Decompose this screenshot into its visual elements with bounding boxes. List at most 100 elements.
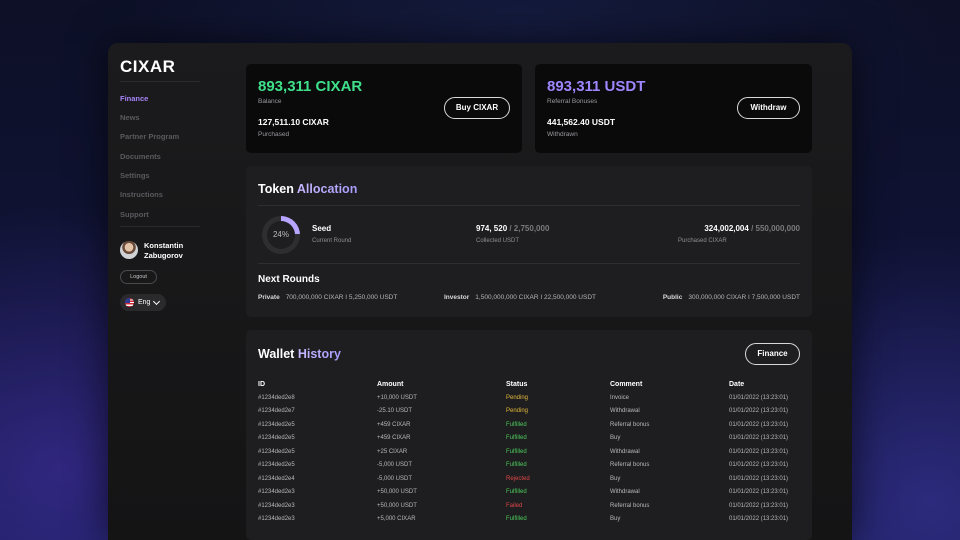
brand-logo[interactable]: CIXAR [120,57,175,77]
table-row[interactable]: #1234ded2e5 +459 CIXAR Fulfilled Referral b… [258,418,800,432]
cell-comment: Referral bonus [610,421,650,428]
cell-status: Fulfilled [506,516,527,523]
token-allocation-panel: Token Allocation 24% Seed Current Round … [246,166,812,317]
cell-date: 01/01/2022 (13:23:01) [729,421,789,428]
avatar[interactable] [120,241,138,259]
cell-status: Rejected [506,475,530,482]
table-row[interactable]: #1234ded2e7 -25.10 USDT Pending Withdrawal 0… [258,405,800,419]
cell-id: #1234ded2e7 [258,408,295,415]
table-row[interactable]: #1234ded2e4 -5,000 USDT Rejected Buy 01/01/2… [258,472,800,486]
column-header-amount[interactable]: Amount [377,378,506,391]
cell-date: 01/01/2022 (13:23:01) [729,516,789,523]
app-window: CIXAR Finance News Partner Program Docum… [108,43,852,540]
sidebar-item-instructions[interactable]: Instructions [120,190,163,199]
column-header-status[interactable]: Status [506,378,610,391]
cell-id: #1234ded2e4 [258,475,295,482]
next-round-investor: Investor 1,500,000,000 CIXAR I 22,500,000… [444,294,596,301]
wallet-history-title: Wallet History [258,347,341,361]
us-flag-icon [125,298,134,307]
balance-card: 893,311 CIXAR Balance 127,511.10 CIXAR P… [246,64,522,153]
collected-usdt-value: 974, 520 / 2,750,000 [476,224,550,233]
table-row[interactable]: #1234ded2e5 -5,000 USDT Fulfilled Referral … [258,459,800,473]
cell-date: 01/01/2022 (13:23:01) [729,394,789,401]
cell-amount: -5,000 USDT [377,462,413,469]
cell-status: Fulfilled [506,421,527,428]
table-row[interactable]: #1234ded2e3 +5,000 CIXAR Fulfilled Buy 01/01… [258,513,800,527]
wallet-history-panel: Wallet History Finance ID Amount Status … [246,330,812,540]
cell-comment: Buy [610,516,621,523]
cell-comment: Buy [610,435,621,442]
cell-id: #1234ded2e8 [258,394,295,401]
sidebar-item-finance[interactable]: Finance [120,94,148,103]
divider [120,226,200,227]
table-row[interactable]: #1234ded2e3 +50,000 USDT Fulfilled Withdraw… [258,486,800,500]
cell-date: 01/01/2022 (13:23:01) [729,489,789,496]
cell-comment: Withdrawal [610,489,640,496]
table-row[interactable]: #1234ded2e5 +25 CIXAR Fulfilled Withdrawal 0… [258,445,800,459]
sidebar-item-partner-program[interactable]: Partner Program [120,132,179,141]
column-header-comment[interactable]: Comment [610,378,729,391]
sidebar-item-settings[interactable]: Settings [120,171,150,180]
withdraw-button[interactable]: Withdraw [737,97,800,119]
sidebar-item-news[interactable]: News [120,113,140,122]
divider [258,205,800,206]
cell-comment: Buy [610,475,621,482]
cell-date: 01/01/2022 (13:23:01) [729,435,789,442]
round-progress-label: 24% [272,230,289,239]
chevron-down-icon [153,297,161,305]
buy-cixar-button[interactable]: Buy CIXAR [444,97,510,119]
divider [258,263,800,264]
cell-comment: Withdrawal [610,448,640,455]
sidebar-item-documents[interactable]: Documents [120,152,161,161]
cell-comment: Withdrawal [610,408,640,415]
referral-amount: 893,311 USDT [547,78,646,95]
cell-amount: -25.10 USDT [377,408,413,415]
cell-id: #1234ded2e5 [258,462,295,469]
table-header-row: ID Amount Status Comment Date [258,378,800,391]
collected-usdt-label: Collected USDT [476,238,520,244]
cell-status: Failed [506,502,523,509]
cell-status: Pending [506,394,529,401]
column-header-date[interactable]: Date [729,378,800,391]
divider [120,81,200,82]
cell-status: Fulfilled [506,435,527,442]
cell-amount: +5,000 CIXAR [377,516,416,523]
cell-status: Fulfilled [506,462,527,469]
cell-date: 01/01/2022 (13:23:01) [729,408,789,415]
cell-status: Fulfilled [506,489,527,496]
user-name: Konstantin Zabugorov [144,241,184,260]
purchased-label: Purchased [258,131,290,138]
cell-amount: -5,000 USDT [377,475,413,482]
language-selector[interactable]: Eng [120,294,166,311]
next-rounds-title: Next Rounds [258,274,320,285]
cell-date: 01/01/2022 (13:23:01) [729,448,789,455]
balance-amount: 893,311 CIXAR [258,78,363,95]
table-row[interactable]: #1234ded2e3 +50,000 USDT Failed Referral bo… [258,499,800,513]
language-label: Eng [138,299,151,306]
logout-button[interactable]: Logout [120,270,157,284]
next-round-private: Private 700,000,000 CIXAR I 5,250,000 USD… [258,294,398,301]
current-round-label: Current Round [312,238,352,244]
cell-status: Fulfilled [506,448,527,455]
table-row[interactable]: #1234ded2e5 +459 CIXAR Fulfilled Buy 01/01/2… [258,432,800,446]
cell-id: #1234ded2e3 [258,502,295,509]
sidebar-item-support[interactable]: Support [120,210,149,219]
purchased-cixar-label: Purchased CIXAR [678,238,727,244]
cell-amount: +25 CIXAR [377,448,408,455]
cell-amount: +459 CIXAR [377,421,411,428]
cell-amount: +459 CIXAR [377,435,411,442]
purchased-cixar-value: 324,002,004 / 550,000,000 [704,224,800,233]
next-round-public: Public 300,000,000 CIXAR I 7,500,000 USDT [662,294,800,301]
finance-filter-button[interactable]: Finance [745,343,800,365]
cell-date: 01/01/2022 (13:23:01) [729,475,789,482]
cell-amount: +50,000 USDT [377,489,417,496]
cell-comment: Referral bonus [610,502,650,509]
cell-comment: Invoice [610,394,630,401]
table-row[interactable]: #1234ded2e8 +10,000 USDT Pending Invoice 01/… [258,391,800,405]
cell-id: #1234ded2e5 [258,421,295,428]
column-header-id[interactable]: ID [258,378,377,391]
cell-id: #1234ded2e5 [258,435,295,442]
referral-card: 893,311 USDT Referral Bonuses 441,562.40… [535,64,812,153]
purchased-amount: 127,511.10 CIXAR [258,117,329,127]
cell-status: Pending [506,408,529,415]
